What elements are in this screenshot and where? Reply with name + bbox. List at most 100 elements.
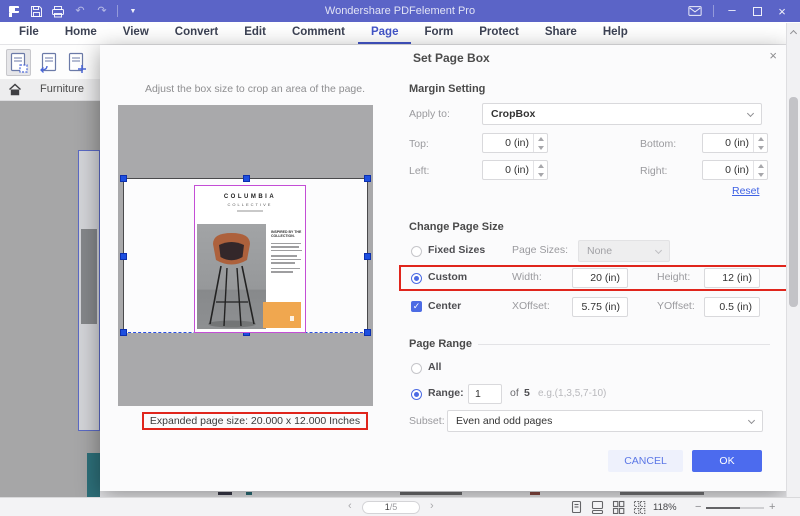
fixed-sizes-radio[interactable] [411, 246, 422, 257]
all-pages-radio[interactable] [411, 363, 422, 374]
dialog-close-icon[interactable]: × [769, 48, 777, 63]
menu-share[interactable]: Share [532, 22, 590, 44]
menu-file[interactable]: File [6, 22, 52, 44]
two-page-continuous-view-icon[interactable] [633, 500, 646, 514]
set-page-box-button[interactable] [6, 49, 31, 76]
crop-handle-bottom-left[interactable] [120, 329, 127, 336]
all-pages-label: All [428, 361, 442, 373]
close-window-icon[interactable]: × [775, 4, 789, 19]
continuous-view-icon[interactable] [591, 500, 604, 514]
single-page-view-icon[interactable] [570, 500, 583, 514]
spinner-down-button[interactable] [754, 170, 767, 179]
insert-pages-button[interactable] [64, 49, 89, 76]
mail-icon[interactable] [688, 4, 702, 18]
spinner-down-button[interactable] [534, 170, 547, 179]
yoffset-input[interactable]: 0.5 (in) [704, 297, 760, 317]
scroll-up-icon[interactable] [789, 29, 798, 38]
maximize-icon[interactable] [750, 4, 764, 18]
text-line [271, 255, 297, 257]
catalog-text-block: INSPIRED BY THE COLLECTION. [271, 230, 302, 273]
zoom-slider[interactable] [706, 507, 764, 509]
crop-handle-mid-right[interactable] [364, 253, 371, 260]
spinner-up-button[interactable] [534, 161, 547, 170]
ok-button[interactable]: OK [692, 450, 762, 472]
chevron-down-icon [746, 109, 755, 118]
subset-select[interactable]: Even and odd pages [447, 410, 763, 432]
top-margin-stepper[interactable]: 0 (in) [482, 133, 548, 153]
catalog-subtitle: COLLECTIVE [227, 202, 273, 207]
spinner-down-button[interactable] [754, 143, 767, 152]
page-thumbnail-fragment[interactable] [78, 150, 100, 431]
main-area: Furniture Set Page Box × Adjust the box … [0, 45, 800, 497]
spinner-up-button[interactable] [534, 134, 547, 143]
height-input[interactable]: 12 (in) [704, 268, 760, 288]
page-indicator[interactable]: 1/5 [362, 501, 420, 514]
next-page-icon[interactable]: › [430, 500, 434, 512]
menu-form[interactable]: Form [411, 22, 466, 44]
range-radio[interactable] [411, 389, 422, 400]
home-tab-icon[interactable] [0, 83, 30, 96]
crop-handle-top-left[interactable] [120, 175, 127, 182]
previous-page-icon[interactable]: ‹ [348, 500, 352, 512]
spinner-up-button[interactable] [754, 161, 767, 170]
crop-handle-mid-left[interactable] [120, 253, 127, 260]
catalog-title: COLUMBIA [223, 194, 277, 200]
redo-icon[interactable]: ↷ [95, 4, 109, 18]
chevron-down-icon [747, 416, 756, 425]
xoffset-label: XOffset: [512, 300, 550, 312]
page-sizes-label: Page Sizes: [512, 244, 569, 256]
menu-home[interactable]: Home [52, 22, 110, 44]
page-range-heading: Page Range [409, 338, 472, 350]
extract-pages-button[interactable] [35, 49, 60, 76]
top-margin-value: 0 (in) [505, 137, 529, 149]
center-checkbox[interactable]: ✓ [411, 301, 422, 312]
total-pages: /5 [389, 502, 398, 512]
catalog-tagline-bar [237, 210, 263, 212]
spinner-up-button[interactable] [754, 134, 767, 143]
scrollbar-thumb[interactable] [789, 97, 798, 307]
crop-handle-bottom-right[interactable] [364, 329, 371, 336]
menu-comment[interactable]: Comment [279, 22, 358, 44]
section-divider [478, 344, 770, 345]
crop-box-area: COLUMBIA COLLECTIVE INSPIRED BY THE COLL… [120, 175, 371, 336]
preview-instruction: Adjust the box size to crop an area of t… [144, 83, 366, 95]
crop-handle-top-right[interactable] [364, 175, 371, 182]
page-sizes-select: None [578, 240, 670, 262]
custom-radio[interactable] [411, 273, 422, 284]
left-margin-stepper[interactable]: 0 (in) [482, 160, 548, 180]
cancel-button[interactable]: CANCEL [608, 450, 683, 472]
width-input[interactable]: 20 (in) [572, 268, 628, 288]
zoom-in-icon[interactable]: + [769, 501, 775, 513]
set-page-box-dialog: Set Page Box × Adjust the box size to cr… [100, 45, 800, 491]
document-edge-strip [100, 490, 786, 497]
right-label: Right: [640, 165, 668, 177]
menu-edit[interactable]: Edit [231, 22, 279, 44]
menu-convert[interactable]: Convert [162, 22, 231, 44]
print-icon[interactable] [51, 4, 65, 18]
menu-protect[interactable]: Protect [466, 22, 532, 44]
xoffset-input[interactable]: 5.75 (in) [572, 297, 628, 317]
apply-to-select[interactable]: CropBox [482, 103, 762, 125]
subset-value: Even and odd pages [456, 415, 553, 427]
zoom-out-icon[interactable]: − [695, 501, 701, 513]
range-input[interactable]: 1 [468, 384, 502, 404]
margin-setting-heading: Margin Setting [409, 83, 486, 95]
reset-link[interactable]: Reset [732, 185, 759, 197]
menu-help[interactable]: Help [590, 22, 641, 44]
menu-view[interactable]: View [110, 22, 162, 44]
minimize-icon[interactable]: – [725, 2, 739, 17]
save-icon[interactable] [29, 4, 43, 18]
crop-handle-top-center[interactable] [243, 175, 250, 182]
right-margin-stepper[interactable]: 0 (in) [702, 160, 768, 180]
bottom-margin-stepper[interactable]: 0 (in) [702, 133, 768, 153]
titlebar: ↶ ↷ ▼ Wondershare PDFelement Pro – × [0, 0, 800, 22]
text-line [271, 262, 295, 264]
two-page-view-icon[interactable] [612, 500, 625, 514]
tab-furniture[interactable]: Furniture [30, 79, 95, 100]
spinner-down-button[interactable] [534, 143, 547, 152]
quick-access-dropdown-icon[interactable]: ▼ [126, 4, 140, 18]
menu-page[interactable]: Page [357, 22, 412, 44]
undo-icon[interactable]: ↶ [73, 4, 87, 18]
height-label: Height: [657, 271, 691, 283]
doc-mark [620, 492, 704, 495]
